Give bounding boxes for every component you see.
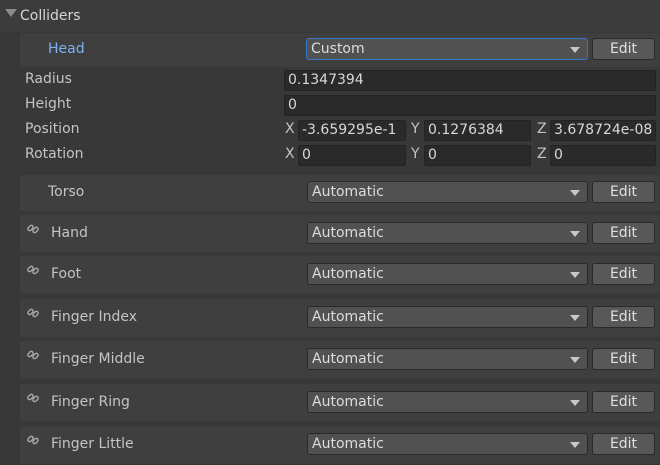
foldout-arrow-icon[interactable] — [5, 9, 17, 17]
position-label: Position — [25, 121, 80, 137]
edit-button[interactable]: Edit — [592, 433, 655, 455]
edit-button[interactable]: Edit — [592, 348, 655, 370]
position-y-label[interactable]: Y — [411, 121, 420, 137]
chevron-down-icon — [570, 231, 580, 237]
collider-row-label: Finger Ring — [51, 394, 130, 410]
link-icon[interactable] — [26, 306, 40, 320]
chevron-down-icon — [570, 442, 580, 448]
collider-type-dropdown[interactable]: Automatic — [307, 433, 588, 455]
position-x-label[interactable]: X — [285, 121, 295, 137]
edit-button[interactable]: Edit — [592, 306, 655, 328]
collider-type-dropdown[interactable]: Automatic — [307, 391, 588, 413]
collider-row-label: Torso — [48, 184, 85, 200]
link-icon[interactable] — [26, 348, 40, 362]
dropdown-value: Automatic — [312, 266, 384, 282]
radius-label: Radius — [25, 71, 72, 87]
link-icon[interactable] — [26, 263, 40, 277]
dropdown-value: Automatic — [312, 309, 384, 325]
head-edit-button[interactable]: Edit — [592, 38, 655, 60]
edit-button[interactable]: Edit — [592, 263, 655, 285]
collider-type-dropdown[interactable]: Automatic — [307, 348, 588, 370]
rotation-z-field[interactable]: 0 — [550, 145, 656, 166]
link-icon[interactable] — [26, 433, 40, 447]
edit-button[interactable]: Edit — [592, 181, 655, 203]
rotation-y-label[interactable]: Y — [411, 146, 420, 162]
link-icon[interactable] — [26, 222, 40, 236]
collider-row-label: Hand — [51, 225, 88, 241]
rotation-label: Rotation — [25, 146, 84, 162]
collider-row-label: Finger Middle — [51, 351, 145, 367]
collider-type-dropdown[interactable]: Automatic — [307, 222, 588, 244]
chevron-down-icon — [570, 47, 580, 53]
head-collider-type-dropdown[interactable]: Custom — [306, 38, 588, 60]
rotation-x-field[interactable]: 0 — [298, 145, 406, 166]
position-z-field[interactable]: 3.678724e-08 — [550, 120, 656, 141]
dropdown-value: Automatic — [312, 184, 384, 200]
collider-row-label: Foot — [51, 266, 82, 282]
link-icon[interactable] — [26, 391, 40, 405]
chevron-down-icon — [570, 400, 580, 406]
rotation-y-field[interactable]: 0 — [424, 145, 531, 166]
dropdown-value: Automatic — [312, 436, 384, 452]
collider-row-label: Finger Index — [51, 309, 138, 325]
chevron-down-icon — [570, 315, 580, 321]
collider-type-dropdown[interactable]: Automatic — [307, 306, 588, 328]
colliders-foldout-header[interactable] — [0, 0, 660, 32]
rotation-z-label[interactable]: Z — [537, 146, 547, 162]
dropdown-value: Custom — [311, 41, 365, 57]
chevron-down-icon — [570, 190, 580, 196]
head-label: Head — [48, 41, 85, 57]
radius-field[interactable]: 0.1347394 — [284, 70, 656, 91]
dropdown-value: Automatic — [312, 351, 384, 367]
collider-type-dropdown[interactable]: Automatic — [307, 181, 588, 203]
chevron-down-icon — [570, 357, 580, 363]
height-label: Height — [25, 96, 72, 112]
height-field[interactable]: 0 — [284, 95, 656, 116]
position-y-field[interactable]: 0.1276384 — [424, 120, 531, 141]
collider-row-label: Finger Little — [51, 436, 134, 452]
dropdown-value: Automatic — [312, 225, 384, 241]
edit-button[interactable]: Edit — [592, 222, 655, 244]
position-z-label[interactable]: Z — [537, 121, 547, 137]
rotation-x-label[interactable]: X — [285, 146, 295, 162]
edit-button[interactable]: Edit — [592, 391, 655, 413]
chevron-down-icon — [570, 272, 580, 278]
section-title: Colliders — [20, 8, 81, 24]
dropdown-value: Automatic — [312, 394, 384, 410]
collider-type-dropdown[interactable]: Automatic — [307, 263, 588, 285]
position-x-field[interactable]: -3.659295e-1 — [298, 120, 406, 141]
